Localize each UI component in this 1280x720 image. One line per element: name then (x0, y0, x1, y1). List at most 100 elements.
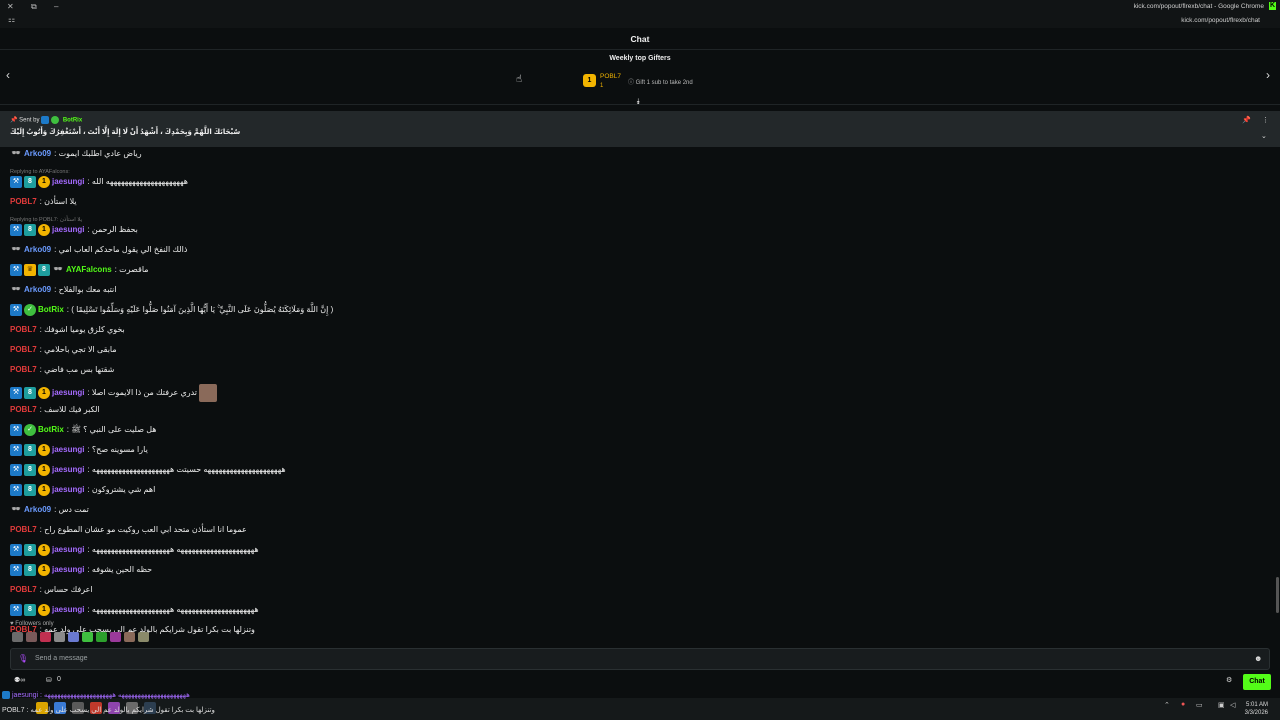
verified-icon (51, 116, 60, 124)
bot-badge-icon (41, 116, 50, 124)
chat-message: ⚒ 8 1 jaesungi: تدري عرفتك من ذا الايموت اص… (10, 383, 1270, 403)
message-text: ذالك النفخ الي يقول ماحدكم العاب امي (58, 245, 188, 255)
sunglasses-badge-icon: 🕶 (11, 246, 21, 253)
username[interactable]: BotRix (38, 305, 64, 314)
crown-badge-icon: ♛ (24, 264, 36, 276)
chat-button[interactable]: Chat (1243, 674, 1271, 690)
username[interactable]: POBL7 (10, 405, 37, 414)
emote-icon[interactable] (124, 632, 135, 642)
chat-message: ⚒ 8 1 jaesungi: هههههههههههههههههههههه هههه… (10, 603, 1270, 623)
username[interactable]: POBL7 (10, 585, 37, 594)
moderator-badge-icon: ⚒ (10, 484, 22, 496)
moderator-badge-icon: ⚒ (10, 304, 22, 316)
username[interactable]: POBL7 (10, 525, 37, 534)
username[interactable]: Arko09 (24, 149, 51, 158)
gifter-badge-icon: 1 (38, 464, 50, 476)
username[interactable]: jaesungi (52, 465, 84, 474)
moderator-badge-icon (2, 691, 10, 700)
emote-icon[interactable] (110, 632, 121, 642)
network-icon[interactable]: ▭ (1196, 701, 1203, 709)
followers-only-label: Followers only (15, 621, 54, 627)
more-icon[interactable]: ⋮ (1262, 116, 1269, 124)
message-text: بحفظ الرحمن (91, 225, 138, 235)
chat-message: 🕶 Arko09: انتبه معك بوالفلاح (11, 285, 117, 295)
message-input[interactable] (10, 648, 1270, 670)
username[interactable]: jaesungi (52, 225, 84, 234)
chat-message: POBL7: بخوي كلزق يوميا اشوفك (10, 325, 125, 334)
message-placeholder: Send a message (35, 655, 88, 662)
message-text: تدري عرفتك من ذا الايموت اصلا (91, 388, 197, 398)
username[interactable]: POBL7 (10, 325, 37, 334)
emote-icon[interactable] (54, 632, 65, 642)
username[interactable]: POBL7 (10, 197, 37, 206)
clock-date: 3/3/2026 (1244, 710, 1268, 716)
speaker-icon[interactable]: ◁ (1230, 701, 1235, 709)
pin-icon[interactable]: 📌 (1242, 116, 1251, 124)
site-info-icon[interactable]: ⚏ (8, 15, 15, 24)
moderator-badge-icon: ⚒ (10, 604, 22, 616)
chevron-down-icon[interactable]: ⌄ (1261, 132, 1267, 140)
gifter-count: 1 (600, 83, 604, 89)
username[interactable]: jaesungi (52, 445, 84, 454)
minimize-icon[interactable]: – (54, 2, 58, 11)
emote-icon[interactable] (40, 632, 51, 642)
collapse-icon[interactable]: ⯯ (636, 97, 641, 107)
reply-context: Replying to AYAFalcons: (10, 169, 70, 175)
emote-icon[interactable] (82, 632, 93, 642)
username[interactable]: POBL7 (10, 365, 37, 374)
sunglasses-badge-icon: 🕶 (11, 506, 21, 513)
chat-message: ⚒ 8 1 jaesungi: هههههههههههههههههههههه هههه… (10, 543, 1270, 563)
chevron-up-icon[interactable]: ⌃ (1164, 701, 1170, 709)
chat-message: 🕶 Arko09: ذالك النفخ الي يقول ماحدكم العا… (11, 245, 188, 255)
pinned-bot-name: BotRix (62, 117, 83, 124)
gifter-badge-icon: 1 (38, 604, 50, 616)
chat-message: POBL7: شقتها بس مب فاضي (10, 365, 115, 374)
system-clock[interactable]: 5:01 AM 3/3/2026 (1245, 701, 1268, 717)
moderator-badge-icon: ⚒ (10, 264, 22, 276)
username[interactable]: jaesungi (52, 565, 84, 574)
emote-icon[interactable] (12, 632, 23, 642)
pinned-text: سُبْحَانَكَ اللَّهُمَّ وَبِحَمْدِكَ ، أَ… (10, 129, 241, 136)
username[interactable]: POBL7 (10, 345, 37, 354)
chat-message: POBL7: عموما انا استأذن متحد ابي العب رو… (10, 525, 247, 534)
microphone-icon[interactable]: 🎙 (18, 654, 28, 663)
username[interactable]: jaesungi (52, 605, 84, 614)
emote-icon[interactable] (26, 632, 37, 642)
gift-count: 0 (57, 676, 61, 683)
emote-icon[interactable] (96, 632, 107, 642)
username[interactable]: Arko09 (24, 505, 51, 514)
emote-icon[interactable] (138, 632, 149, 642)
username[interactable]: jaesungi (52, 177, 84, 186)
infinity-icon[interactable]: ⚉∞ (14, 676, 25, 684)
moderator-badge-icon: ⚒ (10, 444, 22, 456)
username[interactable]: BotRix (38, 425, 64, 434)
microphone-tray-icon[interactable]: ● (1181, 701, 1185, 708)
message-text: اهم شي يشتروكون (91, 485, 156, 495)
username[interactable]: Arko09 (24, 285, 51, 294)
emoji-icon[interactable]: ☻ (1254, 654, 1262, 663)
username[interactable]: AYAFalcons (66, 265, 112, 274)
gear-icon[interactable]: ⚙ (1226, 676, 1232, 684)
gift-icon[interactable]: ⛁ (46, 676, 52, 684)
close-icon[interactable]: ✕ (7, 2, 14, 11)
restore-icon[interactable]: ⧉ (31, 2, 37, 12)
chat-message: Replying to AYAFalcons: ⚒ 8 1 jaesungi: هههه… (10, 167, 1270, 195)
divider (0, 49, 1280, 50)
emote-icon[interactable] (68, 632, 79, 642)
subscriber-badge-icon: 8 (24, 564, 36, 576)
chevron-left-icon[interactable]: ‹ (6, 68, 10, 82)
username[interactable]: jaesungi (52, 545, 84, 554)
overlay-line: POBL7 : وتنزلها بت بكرا تقول شرايكم بالو… (2, 707, 215, 714)
username[interactable]: jaesungi (52, 388, 84, 397)
username[interactable]: jaesungi (52, 485, 84, 494)
username[interactable]: Arko09 (24, 245, 51, 254)
chat-message: 🕶 Arko09: رياض عادي اطلبك ايموت (11, 149, 142, 159)
message-text: هههههههههههههههههههههه ههههههههههههههههه… (91, 545, 259, 555)
subscriber-badge-icon: 8 (38, 264, 50, 276)
chevron-right-icon[interactable]: › (1266, 68, 1270, 82)
scrollbar[interactable] (1276, 577, 1279, 613)
display-icon[interactable]: ▣ (1218, 701, 1225, 709)
gifter-name: POBL7 (600, 73, 621, 80)
moderator-badge-icon: ⚒ (10, 424, 22, 436)
subscriber-badge-icon: 8 (24, 176, 36, 188)
